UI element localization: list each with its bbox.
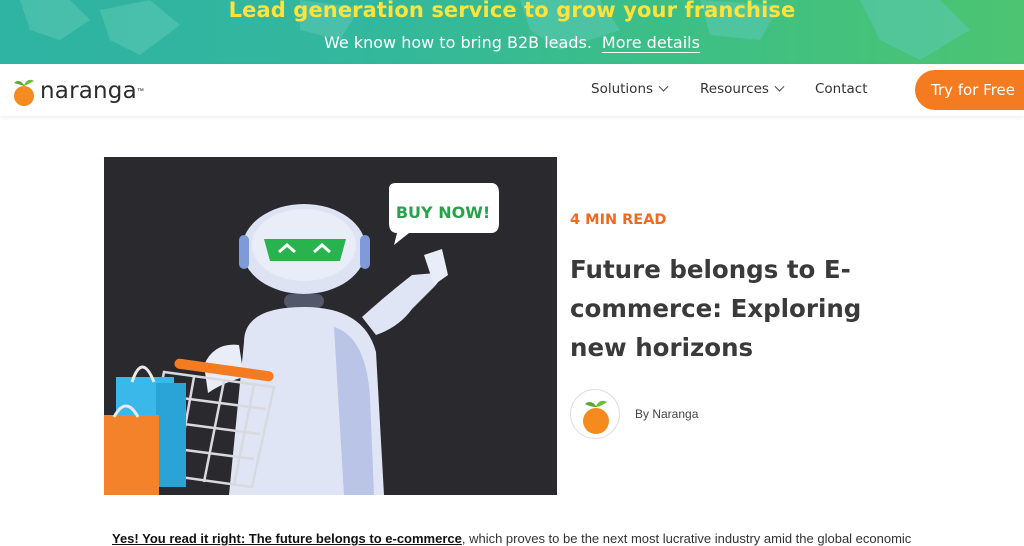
- buy-now-bubble-text: BUY NOW!: [396, 203, 490, 222]
- orange-logo-icon: [14, 79, 34, 106]
- nav-resources[interactable]: Resources: [700, 81, 785, 97]
- banner-title: Lead generation service to grow your fra…: [228, 0, 796, 22]
- chevron-down-icon: [774, 81, 785, 92]
- trademark-mark: ™: [136, 87, 144, 95]
- promo-banner: Lead generation service to grow your fra…: [0, 0, 1024, 64]
- orange-avatar-icon: [583, 400, 609, 434]
- nav-contact-label: Contact: [815, 81, 868, 97]
- try-for-free-button[interactable]: Try for Free: [915, 70, 1024, 110]
- more-details-link[interactable]: More details: [602, 33, 700, 52]
- hero-illustration: BUY NOW!: [104, 157, 557, 495]
- nav-contact[interactable]: Contact: [815, 81, 868, 97]
- author-avatar: [570, 389, 620, 439]
- post-title: Future belongs to E-commerce: Exploring …: [570, 255, 862, 362]
- banner-subtitle: We know how to bring B2B leads.: [324, 33, 592, 52]
- nav-solutions[interactable]: Solutions: [591, 81, 669, 97]
- nav-solutions-label: Solutions: [591, 81, 654, 97]
- chevron-down-icon: [658, 81, 669, 92]
- logo-wordmark: naranga: [40, 78, 137, 104]
- naranga-logo[interactable]: naranga ™: [12, 74, 144, 108]
- main-navbar: naranga ™ Solutions Resources Contact: [0, 64, 1024, 116]
- banner-subtitle-row: We know how to bring B2B leads. More deta…: [0, 33, 1024, 52]
- read-time-label: 4 MIN READ: [570, 212, 667, 228]
- robot-shopping-illustration: BUY NOW!: [104, 183, 499, 495]
- author-name: By Naranga: [635, 407, 699, 421]
- nav-resources-label: Resources: [700, 81, 769, 97]
